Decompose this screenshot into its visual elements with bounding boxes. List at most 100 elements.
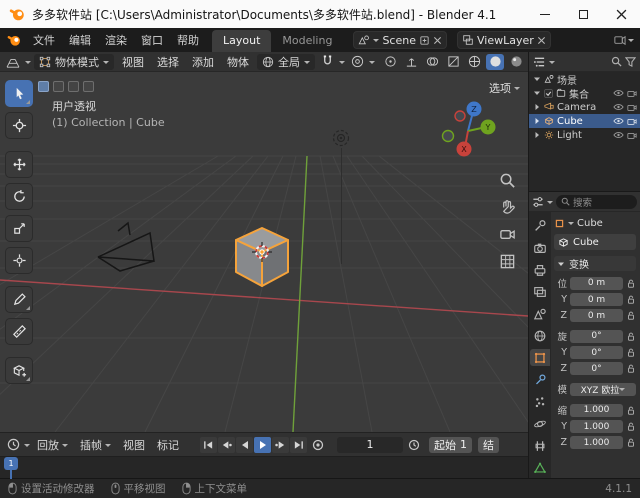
- proportional-editing-icon[interactable]: [348, 54, 366, 70]
- lock-icon[interactable]: [626, 278, 636, 289]
- header-overflow-icon-3[interactable]: [68, 81, 79, 92]
- editor-type-timeline-icon[interactable]: [4, 437, 22, 453]
- header-overflow-icon-1[interactable]: [38, 81, 49, 92]
- tab-render[interactable]: [530, 239, 550, 256]
- hide-eye-icon[interactable]: [613, 131, 624, 139]
- properties-search-input[interactable]: 搜索: [556, 194, 637, 209]
- disclosure-right-icon[interactable]: [533, 117, 541, 125]
- navigation-gizmo[interactable]: Z Y X: [436, 98, 500, 162]
- rotation-mode-dropdown[interactable]: XYZ 欧拉: [570, 382, 636, 396]
- properties-editor-dropdown-icon[interactable]: [547, 200, 553, 207]
- cube-object[interactable]: [230, 222, 294, 290]
- outliner-row-scene[interactable]: 场景: [529, 72, 640, 87]
- auto-keyframe-icon[interactable]: [309, 437, 327, 453]
- remove-viewlayer-icon[interactable]: [537, 36, 546, 45]
- minimize-button[interactable]: [526, 0, 564, 28]
- viewport-3d[interactable]: 选项 用户透视 (1) Collection | Cube Z Y X: [0, 72, 528, 432]
- add-cube-tool-button[interactable]: [5, 357, 33, 384]
- jump-to-end-button[interactable]: [290, 436, 307, 453]
- scale-z-field[interactable]: 1.000: [570, 436, 623, 449]
- move-tool-button[interactable]: [5, 151, 33, 178]
- hide-eye-icon[interactable]: [613, 103, 624, 111]
- transform-panel-header[interactable]: 变换: [554, 256, 636, 271]
- lock-icon[interactable]: [626, 405, 636, 416]
- maximize-button[interactable]: [564, 0, 602, 28]
- scale-x-field[interactable]: 1.000: [570, 403, 623, 417]
- transform-orientation-dropdown[interactable]: 全局: [257, 53, 315, 70]
- tab-object-data[interactable]: [530, 459, 550, 476]
- scale-tool-button[interactable]: [5, 215, 33, 242]
- marker-menu[interactable]: 标记: [152, 435, 184, 455]
- blender-menu-button[interactable]: [4, 32, 26, 48]
- editor-type-dropdown-icon[interactable]: [25, 60, 31, 67]
- outliner-row-cube[interactable]: Cube: [529, 114, 640, 128]
- editor-type-3dview-icon[interactable]: [4, 54, 22, 70]
- jump-to-start-button[interactable]: [200, 436, 217, 453]
- shading-wireframe-icon[interactable]: [465, 54, 483, 70]
- pivot-point-icon[interactable]: [381, 54, 399, 70]
- snap-settings-dropdown-icon[interactable]: [339, 60, 345, 67]
- preview-range-icon[interactable]: [405, 437, 423, 453]
- scale-y-field[interactable]: 1.000: [570, 420, 623, 433]
- timeline-strip[interactable]: 1: [0, 456, 528, 479]
- lock-icon[interactable]: [626, 421, 636, 432]
- pan-hand-icon[interactable]: [499, 199, 516, 216]
- lock-icon[interactable]: [626, 310, 636, 321]
- hide-eye-icon[interactable]: [613, 117, 624, 125]
- viewlayer-dropdown-icon[interactable]: [628, 39, 634, 45]
- workspace-tab-modeling[interactable]: Modeling: [271, 30, 343, 52]
- cursor-tool-button[interactable]: [5, 112, 33, 139]
- select-box-tool-button[interactable]: [5, 80, 33, 107]
- menu-add[interactable]: 添加: [187, 52, 219, 71]
- rotation-x-field[interactable]: 0°: [570, 329, 623, 343]
- tab-tool[interactable]: [530, 217, 550, 234]
- tab-view-layer[interactable]: [530, 283, 550, 300]
- light-object[interactable]: [330, 127, 352, 149]
- menu-edit[interactable]: 编辑: [62, 29, 98, 51]
- editor-type-properties-icon[interactable]: [532, 196, 544, 208]
- playhead[interactable]: 1: [4, 457, 18, 479]
- transform-tool-button[interactable]: [5, 247, 33, 274]
- proportional-dropdown-icon[interactable]: [369, 60, 375, 67]
- scene-selector[interactable]: Scene: [353, 31, 447, 49]
- workspace-tab-layout[interactable]: Layout: [212, 30, 272, 52]
- render-visibility-icon[interactable]: [627, 131, 637, 140]
- tab-modifiers[interactable]: [530, 371, 550, 388]
- viewlayer-selector[interactable]: ViewLayer: [457, 31, 551, 49]
- viewport-options-button[interactable]: 选项: [489, 80, 520, 96]
- menu-help[interactable]: 帮助: [170, 29, 206, 51]
- disclosure-right-icon[interactable]: [533, 131, 541, 139]
- playback-menu[interactable]: 回放: [32, 435, 73, 455]
- outliner-row-collection[interactable]: 集合: [529, 86, 640, 101]
- scene-dropdown-icon[interactable]: [373, 39, 380, 45]
- rotate-tool-button[interactable]: [5, 183, 33, 210]
- outliner-editor-dropdown-icon[interactable]: [549, 60, 555, 67]
- tab-particles[interactable]: [530, 393, 550, 410]
- camera-view-icon[interactable]: [499, 226, 516, 243]
- menu-window[interactable]: 窗口: [134, 29, 170, 51]
- menu-select[interactable]: 选择: [152, 52, 184, 71]
- next-keyframe-button[interactable]: [272, 436, 289, 453]
- disclosure-right-icon[interactable]: [533, 103, 541, 111]
- header-overflow-icon-2[interactable]: [53, 81, 64, 92]
- snap-magnet-icon[interactable]: [318, 54, 336, 70]
- gizmo-neg-y-ball[interactable]: [441, 129, 455, 143]
- show-overlays-icon[interactable]: [423, 54, 441, 70]
- tab-world[interactable]: [530, 327, 550, 344]
- menu-render[interactable]: 渲染: [98, 29, 134, 51]
- zoom-icon[interactable]: [499, 172, 516, 189]
- toggle-ortho-grid-icon[interactable]: [499, 253, 516, 270]
- header-overflow-icon-4[interactable]: [83, 81, 94, 92]
- menu-file[interactable]: 文件: [26, 29, 62, 51]
- location-z-field[interactable]: 0 m: [570, 309, 623, 322]
- new-scene-icon[interactable]: [419, 35, 430, 46]
- menu-view[interactable]: 视图: [117, 52, 149, 71]
- measure-tool-button[interactable]: [5, 318, 33, 345]
- show-gizmos-icon[interactable]: [402, 54, 420, 70]
- outliner-row-light[interactable]: Light: [529, 128, 640, 142]
- play-reverse-button[interactable]: [236, 436, 253, 453]
- new-viewlayer-icon[interactable]: [613, 34, 626, 47]
- lock-icon[interactable]: [626, 347, 636, 358]
- render-visibility-icon[interactable]: [627, 117, 637, 126]
- close-button[interactable]: [602, 0, 640, 28]
